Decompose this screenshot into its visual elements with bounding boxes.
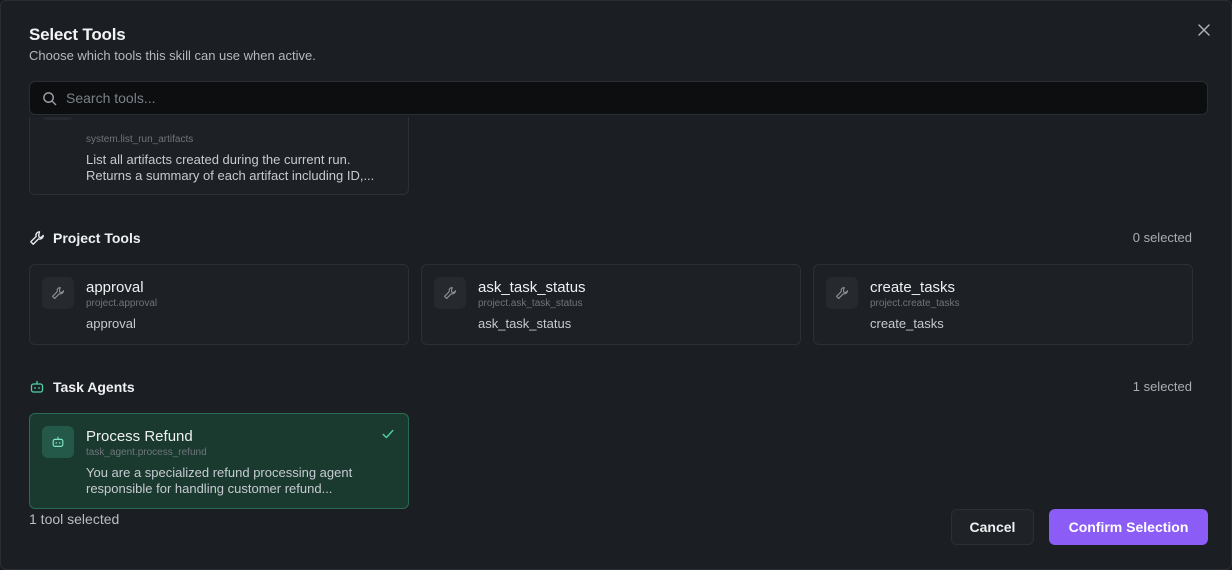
tool-card-approval[interactable]: approval project.approval approval <box>29 264 409 345</box>
agent-card-process-refund[interactable]: Process Refund task_agent.process_refund… <box>29 413 409 509</box>
tool-card-list-run-artifacts[interactable]: system.list_run_artifacts List all artif… <box>29 117 409 195</box>
selection-summary: 1 tool selected <box>29 511 120 527</box>
tool-icon <box>42 117 74 120</box>
tool-identifier: system.list_run_artifacts <box>86 134 194 145</box>
section-label: Project Tools <box>53 230 141 246</box>
task-agents-count: 1 selected <box>1132 379 1192 394</box>
tool-description: approval <box>86 316 136 331</box>
search-input[interactable] <box>66 82 1196 114</box>
tool-name: create_tasks <box>870 279 956 296</box>
tools-scroll-area[interactable]: system.list_run_artifacts List all artif… <box>1 117 1231 509</box>
dialog-subtitle: Choose which tools this skill can use wh… <box>29 48 316 63</box>
tool-identifier: project.approval <box>86 298 158 309</box>
project-tools-count: 0 selected <box>1132 230 1192 245</box>
agent-identifier: task_agent.process_refund <box>86 447 207 458</box>
section-label: Task Agents <box>53 379 135 395</box>
select-tools-dialog: Select Tools Choose which tools this ski… <box>0 0 1232 570</box>
tool-description: List all artifacts created during the cu… <box>86 152 375 183</box>
wrench-icon <box>42 277 74 309</box>
search-box <box>29 81 1208 115</box>
agent-description: You are a specialized refund processing … <box>86 465 353 496</box>
section-project-tools: Project Tools <box>29 228 141 248</box>
wrench-icon <box>30 231 44 245</box>
agent-name: Process Refund <box>86 428 193 445</box>
tool-name: ask_task_status <box>478 279 586 296</box>
search-icon <box>43 92 57 106</box>
tool-identifier: project.create_tasks <box>870 298 960 309</box>
confirm-selection-button[interactable]: Confirm Selection <box>1049 509 1208 545</box>
tool-card-create-tasks[interactable]: create_tasks project.create_tasks create… <box>813 264 1193 345</box>
robot-icon <box>30 380 44 393</box>
tool-description: create_tasks <box>870 316 944 331</box>
cancel-button[interactable]: Cancel <box>951 509 1034 545</box>
robot-icon <box>42 426 74 458</box>
tool-card-ask-task-status[interactable]: ask_task_status project.ask_task_status … <box>421 264 801 345</box>
tool-name: approval <box>86 279 144 296</box>
tool-identifier: project.ask_task_status <box>478 298 583 309</box>
dialog-title: Select Tools <box>29 25 126 44</box>
close-icon[interactable] <box>1195 21 1213 39</box>
check-icon <box>381 427 395 446</box>
tool-description: ask_task_status <box>478 316 572 331</box>
wrench-icon <box>826 277 858 309</box>
wrench-icon <box>434 277 466 309</box>
section-task-agents: Task Agents <box>29 377 135 397</box>
